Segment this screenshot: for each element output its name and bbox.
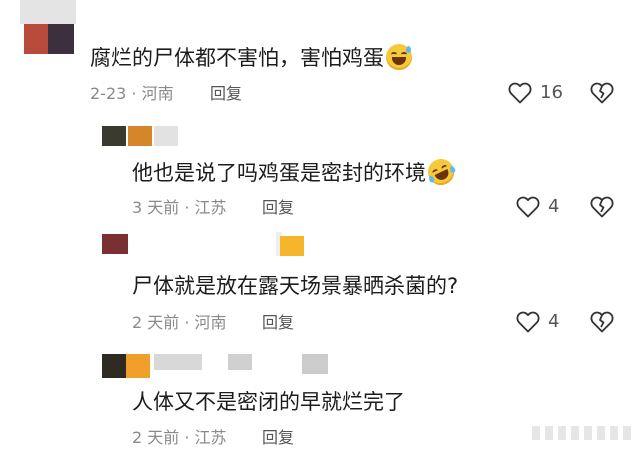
comment-text: 人体又不是密闭的早就烂完了 (132, 390, 405, 414)
avatar[interactable] (100, 126, 180, 148)
heart-icon (508, 82, 532, 104)
comment-meta: 2-23 · 河南 (90, 84, 174, 103)
like-button[interactable]: 16 (508, 82, 563, 104)
reply-button[interactable]: 回复 (262, 198, 294, 218)
dislike-button[interactable] (590, 196, 614, 222)
like-count: 16 (540, 82, 563, 103)
comment-meta: 2 天前 · 河南 (132, 313, 227, 332)
broken-heart-icon (590, 196, 614, 218)
reply-button[interactable]: 回复 (262, 313, 294, 333)
watermark (532, 426, 632, 440)
like-button[interactable]: 4 (516, 196, 559, 218)
avatar[interactable] (100, 232, 310, 258)
reply-button[interactable]: 回复 (262, 428, 294, 448)
comment-text: 他也是说了吗鸡蛋是密封的环境 (132, 154, 459, 190)
dislike-button[interactable] (590, 311, 614, 337)
avatar[interactable] (20, 0, 76, 54)
reply-button[interactable]: 回复 (210, 84, 242, 104)
like-count: 4 (548, 196, 560, 217)
comment-text: 腐烂的尸体都不害怕，害怕鸡蛋 (90, 44, 412, 72)
avatar[interactable] (100, 352, 340, 380)
broken-heart-icon (590, 82, 614, 104)
comment-meta: 3 天前 · 江苏 (132, 198, 227, 217)
like-count: 4 (548, 311, 560, 332)
comment-text: 尸体就是放在露天场景暴晒杀菌的? (132, 274, 459, 298)
heart-icon (516, 196, 540, 218)
rolling-laughing-emoji (423, 154, 459, 190)
heart-icon (516, 311, 540, 333)
broken-heart-icon (590, 311, 614, 333)
grinning-sweat-emoji (386, 44, 412, 70)
like-button[interactable]: 4 (516, 311, 559, 333)
comment-meta: 2 天前 · 江苏 (132, 428, 227, 447)
dislike-button[interactable] (590, 82, 614, 108)
